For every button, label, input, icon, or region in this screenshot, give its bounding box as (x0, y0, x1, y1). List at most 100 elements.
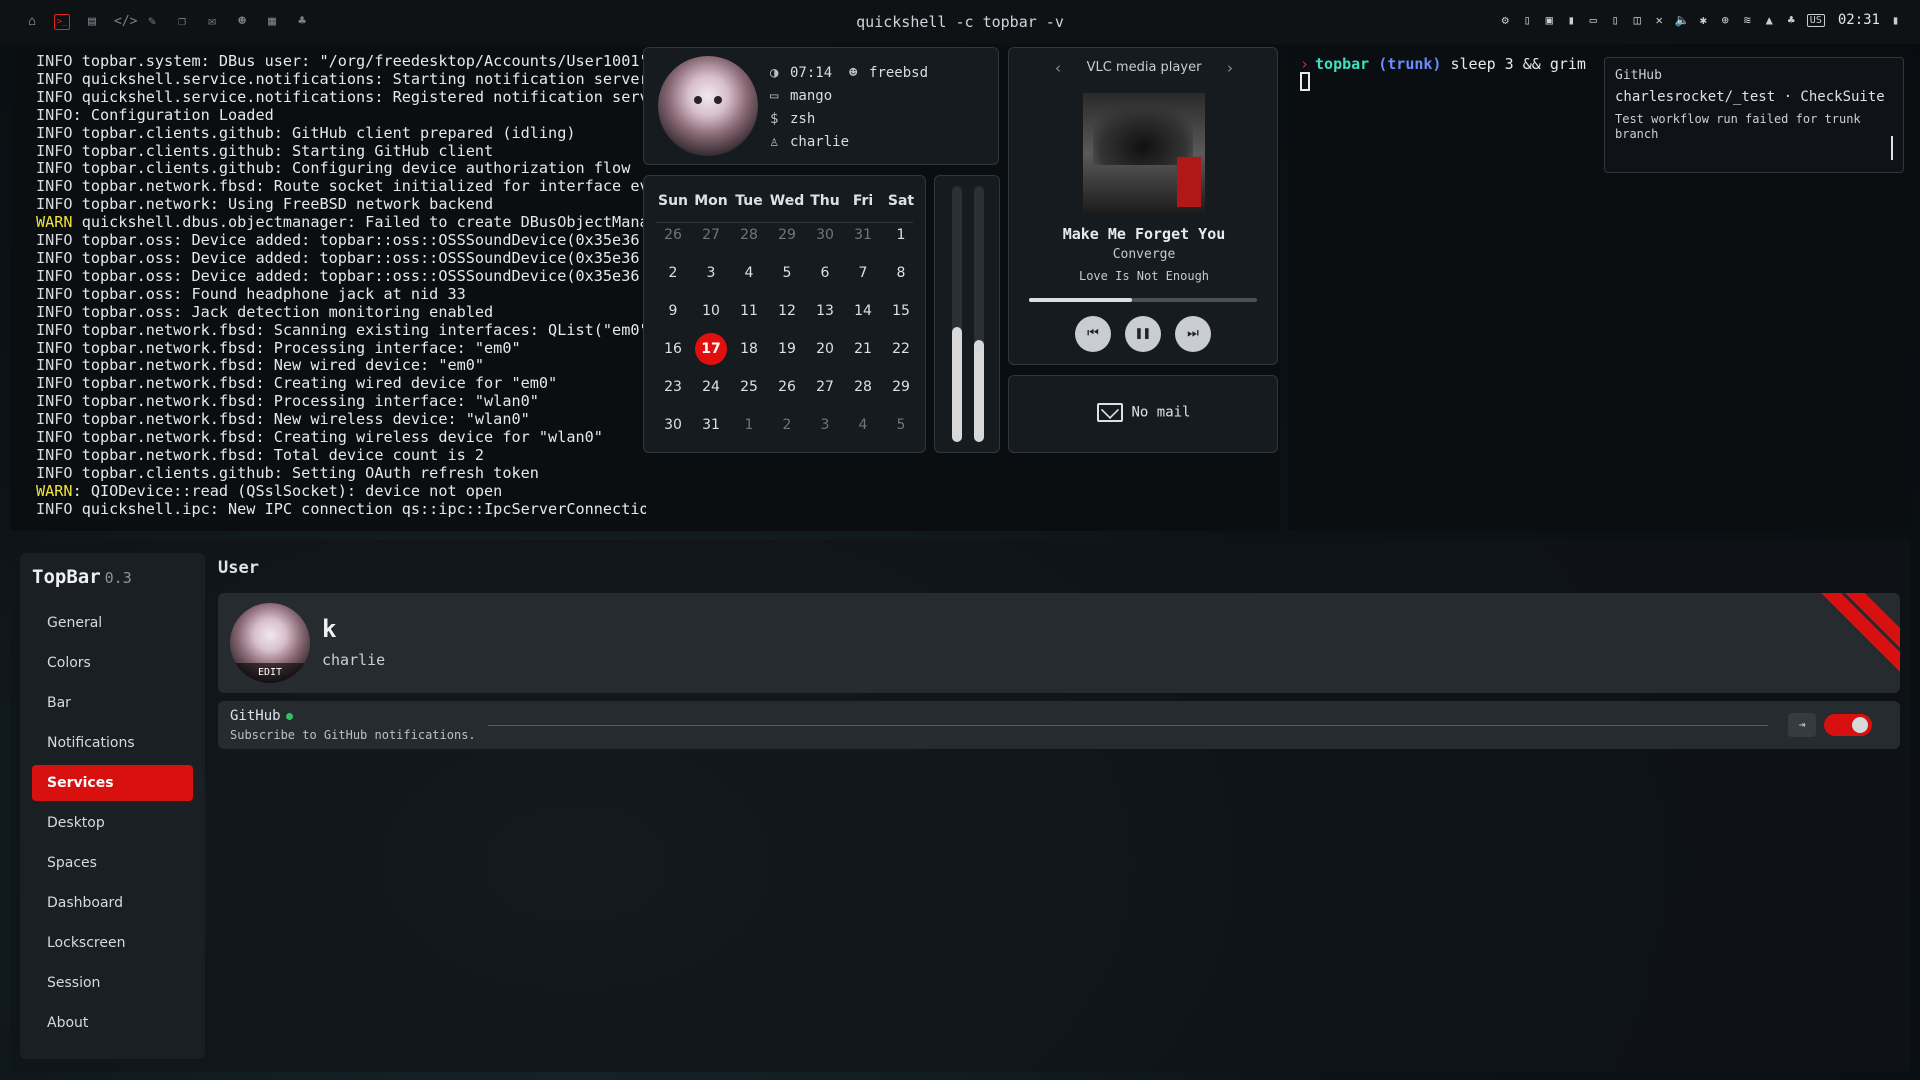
robot-icon[interactable]: ☻ (234, 14, 250, 30)
calendar-day[interactable]: 2 (768, 406, 806, 444)
nav-item-desktop[interactable]: Desktop (32, 805, 193, 841)
prev-player-icon[interactable]: ‹ (1055, 59, 1061, 77)
log-level: INFO (36, 88, 73, 106)
nav-item-colors[interactable]: Colors (32, 645, 193, 681)
tray-icon[interactable]: ♣ (1785, 13, 1798, 27)
calendar-day[interactable]: 11 (730, 292, 768, 330)
calendar-day[interactable]: 4 (844, 406, 882, 444)
clock[interactable]: 02:31 (1838, 12, 1880, 28)
nav-item-bar[interactable]: Bar (32, 685, 193, 721)
calendar-day[interactable]: 20 (806, 330, 844, 368)
calendar-day[interactable]: 25 (730, 368, 768, 406)
calendar-day[interactable]: 5 (768, 254, 806, 292)
day-number: 5 (896, 417, 906, 433)
track-progress[interactable] (1029, 298, 1257, 302)
nav-item-services[interactable]: Services (32, 765, 193, 801)
tray-icon[interactable]: ⚙ (1499, 13, 1512, 27)
windows-icon[interactable]: ❐ (174, 14, 190, 30)
nav-item-session[interactable]: Session (32, 965, 193, 1001)
nav-item-spaces[interactable]: Spaces (32, 845, 193, 881)
tray-icon[interactable]: ▯ (1521, 13, 1534, 27)
tray-icon[interactable]: ▭ (1587, 13, 1600, 27)
tray-icon[interactable]: 🔈 (1675, 13, 1690, 27)
mail-widget[interactable]: No mail (1008, 375, 1278, 453)
steam-icon[interactable]: ♣ (294, 14, 310, 30)
tray-icon[interactable]: ▯ (1609, 13, 1622, 27)
nav-item-general[interactable]: General (32, 605, 193, 641)
tray-icon[interactable]: ◫ (1631, 13, 1644, 27)
nav-item-dashboard[interactable]: Dashboard (32, 885, 193, 921)
calendar-day[interactable]: 30 (654, 406, 692, 444)
calendar-day[interactable]: 26 (768, 368, 806, 406)
notification-popup[interactable]: GitHub charlesrocket/_test · CheckSuite … (1604, 57, 1904, 173)
calendar-day[interactable]: 2 (654, 254, 692, 292)
nav-item-lockscreen[interactable]: Lockscreen (32, 925, 193, 961)
calendar-day[interactable]: 9 (654, 292, 692, 330)
grid-icon[interactable]: ▦ (264, 14, 280, 30)
next-track-button[interactable]: ⏭ (1175, 316, 1211, 352)
mail-icon[interactable]: ✉ (204, 14, 220, 30)
code-icon[interactable]: </> (114, 14, 137, 30)
calendar-day[interactable]: 19 (768, 330, 806, 368)
tray-icon[interactable]: ✕ (1653, 13, 1666, 27)
play-pause-button[interactable]: ❚❚ (1125, 316, 1161, 352)
day-number: 19 (778, 341, 796, 357)
nav-item-about[interactable]: About (32, 1005, 193, 1041)
calendar-day[interactable]: 26 (654, 216, 692, 254)
calendar-day[interactable]: 27 (692, 216, 730, 254)
tray-icon[interactable]: ▲ (1763, 13, 1776, 27)
calendar-day[interactable]: 16 (654, 330, 692, 368)
previous-track-button[interactable]: ⏮ (1075, 316, 1111, 352)
calendar-day[interactable]: 21 (844, 330, 882, 368)
calendar-day[interactable]: 14 (844, 292, 882, 330)
calendar-day[interactable]: 7 (844, 254, 882, 292)
log-message: quickshell.service.notifications: Regist… (72, 88, 646, 106)
keyboard-layout-indicator[interactable]: US (1806, 13, 1825, 27)
calendar-day[interactable]: 29 (882, 368, 920, 406)
nav-item-notifications[interactable]: Notifications (32, 725, 193, 761)
tray-icon[interactable]: ⊕ (1719, 13, 1732, 27)
login-button[interactable]: ⇥ (1788, 713, 1816, 737)
edit-icon[interactable]: ✎ (144, 14, 160, 30)
calendar-day[interactable]: 28 (730, 216, 768, 254)
calendar-day[interactable]: 31 (844, 216, 882, 254)
next-player-icon[interactable]: › (1227, 59, 1233, 77)
tray-icon[interactable]: ▣ (1543, 13, 1556, 27)
settings-sidebar: TopBar 0.3 General Colors Bar Notifications S… (20, 553, 205, 1059)
tray-icon[interactable]: ≋ (1741, 13, 1754, 27)
calendar-day[interactable]: 23 (654, 368, 692, 406)
volume-slider-right[interactable] (974, 186, 984, 442)
tray-icon[interactable]: ▮ (1565, 13, 1578, 27)
calendar-day[interactable]: 4 (730, 254, 768, 292)
calendar-day[interactable]: 3 (692, 254, 730, 292)
terminal-icon[interactable]: >_ (54, 14, 70, 30)
calendar-day[interactable]: 24 (692, 368, 730, 406)
calendar-day[interactable]: 5 (882, 406, 920, 444)
calendar-day[interactable]: 28 (844, 368, 882, 406)
calendar-day[interactable]: 29 (768, 216, 806, 254)
calendar-day[interactable]: 18 (730, 330, 768, 368)
calendar-day[interactable]: 30 (806, 216, 844, 254)
calendar-day[interactable]: 12 (768, 292, 806, 330)
service-toggle[interactable] (1824, 714, 1872, 736)
calendar-day[interactable]: 13 (806, 292, 844, 330)
calendar-day[interactable]: 22 (882, 330, 920, 368)
avatar[interactable]: EDIT (230, 603, 310, 683)
calendar-day[interactable]: 8 (882, 254, 920, 292)
calendar-day[interactable]: 10 (692, 292, 730, 330)
tray-icon[interactable]: ✱ (1697, 13, 1710, 27)
calendar-icon[interactable]: ▤ (84, 14, 100, 30)
calendar-day-today[interactable]: 17 (692, 330, 730, 368)
calendar-day[interactable]: 6 (806, 254, 844, 292)
volume-slider-left[interactable] (952, 186, 962, 442)
home-icon[interactable]: ⌂ (24, 14, 40, 30)
calendar-day[interactable]: 15 (882, 292, 920, 330)
calendar-day[interactable]: 1 (882, 216, 920, 254)
battery-icon[interactable]: ▮ (1889, 13, 1902, 27)
calendar-day[interactable]: 1 (730, 406, 768, 444)
calendar-day[interactable]: 31 (692, 406, 730, 444)
day-number: 4 (858, 417, 868, 433)
calendar-day[interactable]: 27 (806, 368, 844, 406)
calendar-day[interactable]: 3 (806, 406, 844, 444)
avatar-edit-label[interactable]: EDIT (230, 663, 310, 683)
